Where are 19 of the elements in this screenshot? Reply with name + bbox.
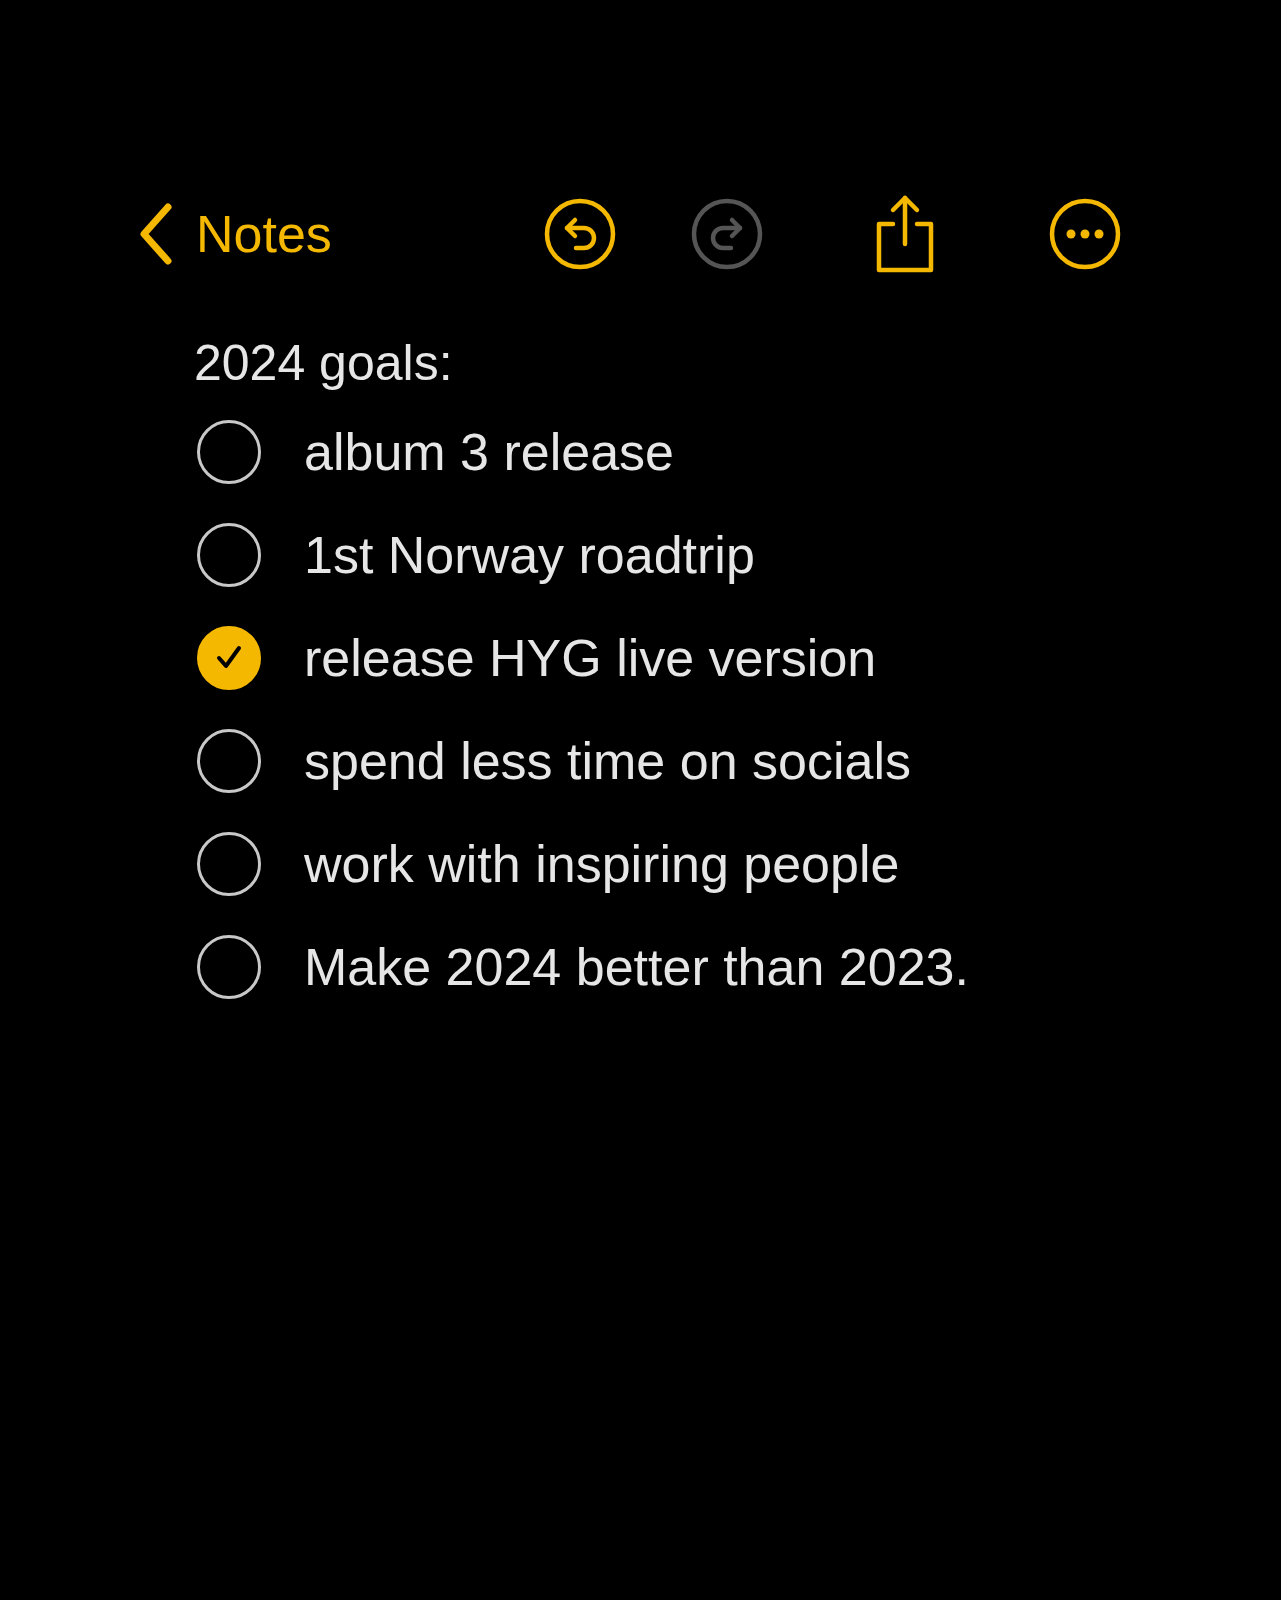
checklist-item-text: 1st Norway roadtrip bbox=[304, 524, 755, 585]
checklist-item-text: album 3 release bbox=[304, 421, 674, 482]
checkbox[interactable] bbox=[197, 522, 261, 587]
note-title: 2024 goals: bbox=[194, 334, 454, 393]
checklist-item-text: spend less time on socials bbox=[304, 730, 911, 791]
back-button[interactable]: Notes bbox=[138, 203, 332, 265]
redo-icon bbox=[690, 198, 763, 270]
checkbox[interactable] bbox=[197, 728, 261, 793]
checklist-item-text: work with inspiring people bbox=[304, 833, 900, 894]
more-icon bbox=[1048, 198, 1121, 270]
chevron-left-icon bbox=[138, 203, 174, 265]
checklist-item-text: Make 2024 better than 2023. bbox=[304, 936, 969, 997]
undo-icon bbox=[543, 198, 616, 270]
undo-button[interactable] bbox=[543, 198, 616, 270]
checkbox[interactable] bbox=[197, 419, 261, 484]
checklist-item-text: release HYG live version bbox=[304, 627, 877, 688]
checkbox[interactable] bbox=[197, 831, 261, 896]
checkbox[interactable] bbox=[197, 934, 261, 999]
more-button[interactable] bbox=[1048, 198, 1121, 270]
